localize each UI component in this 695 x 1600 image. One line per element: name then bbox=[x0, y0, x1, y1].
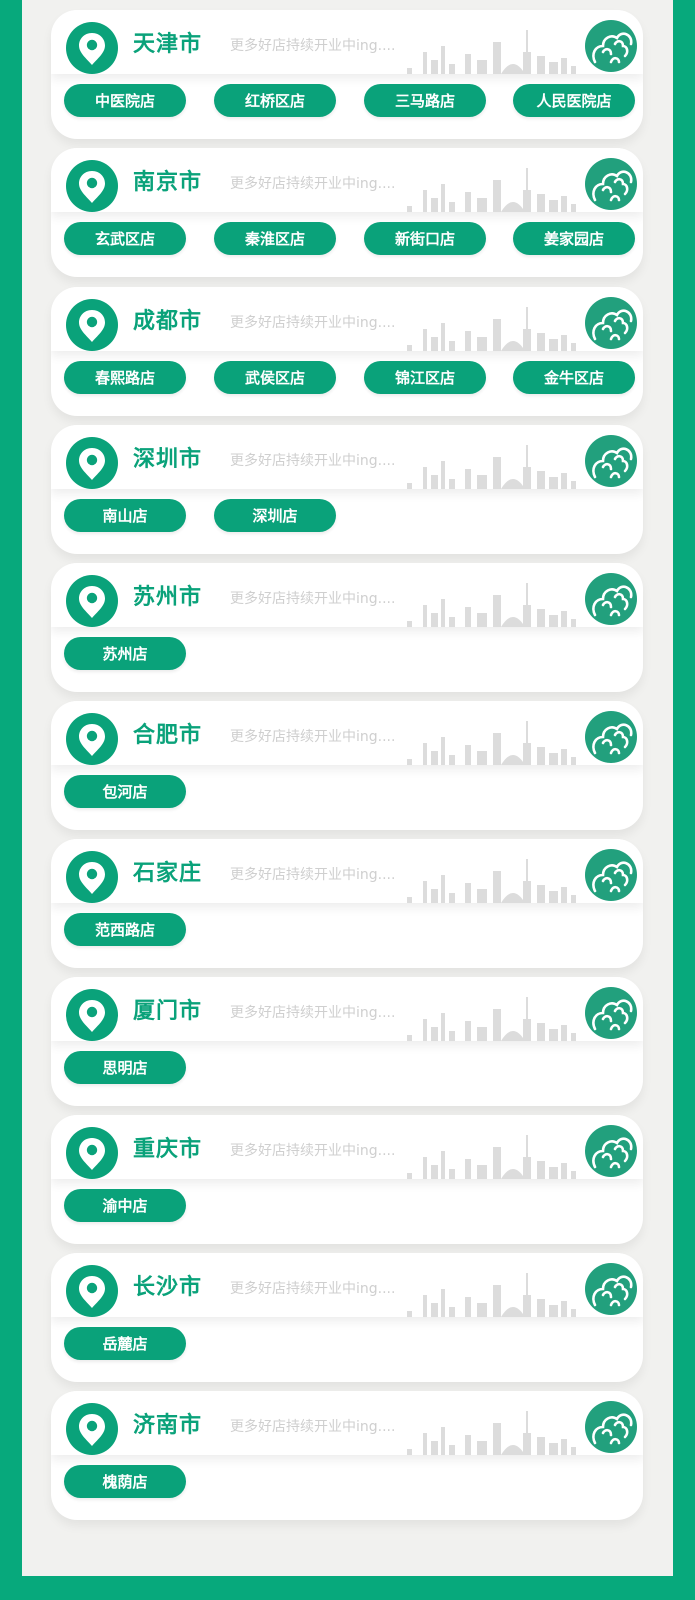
store-button[interactable]: 渝中店 bbox=[64, 1189, 186, 1222]
store-button[interactable]: 春熙路店 bbox=[64, 361, 186, 394]
location-pin-icon bbox=[66, 1127, 118, 1179]
city-card-header: 成都市 更多好店持续开业中ing.... bbox=[51, 287, 643, 351]
city-name: 天津市 bbox=[133, 32, 203, 57]
location-pin-icon bbox=[66, 989, 118, 1041]
store-button[interactable]: 岳麓店 bbox=[64, 1327, 186, 1360]
store-button[interactable]: 姜家园店 bbox=[513, 222, 635, 255]
city-card-header: 合肥市 更多好店持续开业中ing.... bbox=[51, 701, 643, 765]
city-skyline-decoration bbox=[407, 1411, 576, 1455]
location-pin-icon bbox=[66, 299, 118, 351]
city-skyline-decoration bbox=[407, 583, 576, 627]
auspicious-cloud-icon bbox=[585, 849, 637, 901]
store-button[interactable]: 包河店 bbox=[64, 775, 186, 808]
city-card-header: 济南市 更多好店持续开业中ing.... bbox=[51, 1391, 643, 1455]
opening-slogan: 更多好店持续开业中ing.... bbox=[230, 1281, 396, 1297]
store-button[interactable]: 秦淮区店 bbox=[214, 222, 336, 255]
city-card-1: 南京市 更多好店持续开业中ing.... 玄武区店 秦淮区店 新街口店 姜家园店 bbox=[51, 148, 643, 277]
auspicious-cloud-icon bbox=[585, 297, 637, 349]
city-name: 长沙市 bbox=[133, 1275, 203, 1300]
city-skyline-decoration bbox=[407, 997, 576, 1041]
opening-slogan: 更多好店持续开业中ing.... bbox=[230, 729, 396, 745]
city-card-2: 成都市 更多好店持续开业中ing.... 春熙路店 武侯区店 锦江区店 金牛区店 bbox=[51, 287, 643, 416]
store-button[interactable]: 玄武区店 bbox=[64, 222, 186, 255]
city-skyline-decoration bbox=[407, 721, 576, 765]
location-pin-icon bbox=[66, 1403, 118, 1455]
store-button[interactable]: 新街口店 bbox=[364, 222, 486, 255]
location-pin-icon bbox=[66, 437, 118, 489]
city-card-header: 南京市 更多好店持续开业中ing.... bbox=[51, 148, 643, 212]
city-name: 成都市 bbox=[133, 309, 203, 334]
location-pin-icon bbox=[66, 575, 118, 627]
opening-slogan: 更多好店持续开业中ing.... bbox=[230, 1143, 396, 1159]
store-button[interactable]: 槐荫店 bbox=[64, 1465, 186, 1498]
auspicious-cloud-icon bbox=[585, 1401, 637, 1453]
location-pin-icon bbox=[66, 160, 118, 212]
city-skyline-decoration bbox=[407, 30, 576, 74]
city-name: 重庆市 bbox=[133, 1137, 203, 1162]
city-name: 济南市 bbox=[133, 1413, 203, 1438]
city-card-header: 苏州市 更多好店持续开业中ing.... bbox=[51, 563, 643, 627]
store-button[interactable]: 金牛区店 bbox=[513, 361, 635, 394]
store-button[interactable]: 锦江区店 bbox=[364, 361, 486, 394]
store-button[interactable]: 三马路店 bbox=[364, 84, 486, 117]
auspicious-cloud-icon bbox=[585, 435, 637, 487]
store-button[interactable]: 人民医院店 bbox=[513, 84, 635, 117]
store-button[interactable]: 范西路店 bbox=[64, 913, 186, 946]
location-pin-icon bbox=[66, 1265, 118, 1317]
auspicious-cloud-icon bbox=[585, 573, 637, 625]
city-skyline-decoration bbox=[407, 1135, 576, 1179]
city-card-4: 苏州市 更多好店持续开业中ing.... 苏州店 bbox=[51, 563, 643, 692]
city-card-9: 长沙市 更多好店持续开业中ing.... 岳麓店 bbox=[51, 1253, 643, 1382]
opening-slogan: 更多好店持续开业中ing.... bbox=[230, 176, 396, 192]
store-button[interactable]: 思明店 bbox=[64, 1051, 186, 1084]
city-skyline-decoration bbox=[407, 1273, 576, 1317]
city-name: 深圳市 bbox=[133, 447, 203, 472]
opening-slogan: 更多好店持续开业中ing.... bbox=[230, 1419, 396, 1435]
city-skyline-decoration bbox=[407, 859, 576, 903]
city-card-header: 天津市 更多好店持续开业中ing.... bbox=[51, 10, 643, 74]
auspicious-cloud-icon bbox=[585, 987, 637, 1039]
city-card-header: 重庆市 更多好店持续开业中ing.... bbox=[51, 1115, 643, 1179]
opening-slogan: 更多好店持续开业中ing.... bbox=[230, 867, 396, 883]
opening-slogan: 更多好店持续开业中ing.... bbox=[230, 315, 396, 331]
auspicious-cloud-icon bbox=[585, 711, 637, 763]
opening-slogan: 更多好店持续开业中ing.... bbox=[230, 1005, 396, 1021]
city-card-header: 石家庄 更多好店持续开业中ing.... bbox=[51, 839, 643, 903]
city-card-header: 厦门市 更多好店持续开业中ing.... bbox=[51, 977, 643, 1041]
store-button[interactable]: 武侯区店 bbox=[214, 361, 336, 394]
location-pin-icon bbox=[66, 713, 118, 765]
city-name: 石家庄 bbox=[133, 861, 203, 886]
city-card-header: 深圳市 更多好店持续开业中ing.... bbox=[51, 425, 643, 489]
city-skyline-decoration bbox=[407, 445, 576, 489]
auspicious-cloud-icon bbox=[585, 1263, 637, 1315]
city-card-header: 长沙市 更多好店持续开业中ing.... bbox=[51, 1253, 643, 1317]
opening-slogan: 更多好店持续开业中ing.... bbox=[230, 38, 396, 54]
location-pin-icon bbox=[66, 851, 118, 903]
city-name: 南京市 bbox=[133, 170, 203, 195]
city-card-10: 济南市 更多好店持续开业中ing.... 槐荫店 bbox=[51, 1391, 643, 1520]
auspicious-cloud-icon bbox=[585, 1125, 637, 1177]
opening-slogan: 更多好店持续开业中ing.... bbox=[230, 453, 396, 469]
store-button[interactable]: 苏州店 bbox=[64, 637, 186, 670]
city-skyline-decoration bbox=[407, 307, 576, 351]
store-button[interactable]: 深圳店 bbox=[214, 499, 336, 532]
city-card-7: 厦门市 更多好店持续开业中ing.... 思明店 bbox=[51, 977, 643, 1106]
store-button[interactable]: 中医院店 bbox=[64, 84, 186, 117]
city-card-5: 合肥市 更多好店持续开业中ing.... 包河店 bbox=[51, 701, 643, 830]
store-button[interactable]: 南山店 bbox=[64, 499, 186, 532]
auspicious-cloud-icon bbox=[585, 158, 637, 210]
city-skyline-decoration bbox=[407, 168, 576, 212]
city-name: 厦门市 bbox=[133, 999, 203, 1024]
location-pin-icon bbox=[66, 22, 118, 74]
store-button[interactable]: 红桥区店 bbox=[214, 84, 336, 117]
city-card-3: 深圳市 更多好店持续开业中ing.... 南山店 深圳店 bbox=[51, 425, 643, 554]
city-name: 苏州市 bbox=[133, 585, 203, 610]
opening-slogan: 更多好店持续开业中ing.... bbox=[230, 591, 396, 607]
city-card-8: 重庆市 更多好店持续开业中ing.... 渝中店 bbox=[51, 1115, 643, 1244]
store-list-panel: 天津市 更多好店持续开业中ing.... 中医院店 红桥区店 三马路店 人民医院… bbox=[22, 0, 673, 1576]
city-card-0: 天津市 更多好店持续开业中ing.... 中医院店 红桥区店 三马路店 人民医院… bbox=[51, 10, 643, 139]
city-card-6: 石家庄 更多好店持续开业中ing.... 范西路店 bbox=[51, 839, 643, 968]
city-name: 合肥市 bbox=[133, 723, 203, 748]
auspicious-cloud-icon bbox=[585, 20, 637, 72]
